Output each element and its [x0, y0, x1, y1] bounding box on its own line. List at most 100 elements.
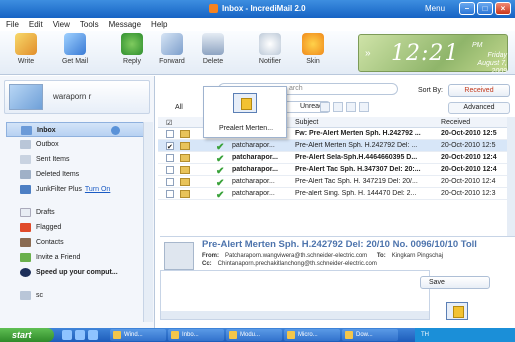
- notifier-button[interactable]: Notifier: [250, 33, 290, 65]
- menu-view[interactable]: View: [53, 20, 70, 29]
- checkbox-column-icon[interactable]: ☑: [166, 119, 172, 127]
- sender-picture: [164, 242, 194, 270]
- filter-icons: [320, 102, 369, 112]
- table-row[interactable]: ✔ patcharapor... Pre-alert Sing. Sph. H.…: [158, 188, 508, 201]
- preview-cc[interactable]: Chintanaporn.prechakitlanchong@th.schnei…: [218, 261, 377, 267]
- invite-friend-icon: [20, 253, 31, 262]
- clock-arrow-icon: »: [365, 48, 371, 59]
- quick-launch-icon[interactable]: [75, 330, 85, 340]
- table-row[interactable]: ✔ patcharapor... Pre-Alert Tac Sph. H. 3…: [158, 176, 508, 189]
- menu-button[interactable]: Menu: [425, 4, 445, 13]
- filter-flag-icon[interactable]: [333, 102, 343, 112]
- row-checkbox[interactable]: [166, 130, 174, 138]
- menu-help[interactable]: Help: [151, 20, 167, 29]
- table-row[interactable]: ✔ patcharapor... Pre-Alert Tac Sph. H.34…: [158, 164, 508, 177]
- get-mail-button[interactable]: Get Mail: [55, 33, 95, 65]
- folder-deleted-items[interactable]: Deleted Items: [0, 167, 155, 182]
- row-checkbox[interactable]: [166, 190, 174, 198]
- preview-to[interactable]: Kingkarn Pingschaj: [392, 253, 443, 259]
- minimize-icon[interactable]: –: [459, 2, 475, 15]
- task-button[interactable]: Modu...: [226, 329, 282, 341]
- task-button[interactable]: Inbo...: [168, 329, 224, 341]
- menu-message[interactable]: Message: [109, 20, 141, 29]
- incredimail-app-icon: [209, 4, 218, 13]
- clock-ampm: PM: [472, 42, 483, 49]
- folder-flagged[interactable]: Flagged: [0, 220, 155, 235]
- profile-box[interactable]: waraporn r: [4, 80, 150, 114]
- filter-folder-icon[interactable]: [359, 102, 369, 112]
- reply-arrow-icon: [121, 33, 143, 55]
- column-received[interactable]: Received: [441, 119, 470, 126]
- row-checkbox[interactable]: ✔: [166, 142, 174, 150]
- trash-icon: [202, 33, 224, 55]
- forward-icon: [161, 33, 183, 55]
- clock-date: Friday August 7, 2009: [463, 52, 507, 76]
- write-icon: [15, 33, 37, 55]
- task-button[interactable]: Dow...: [342, 329, 398, 341]
- write-button[interactable]: Write: [6, 33, 46, 65]
- folder-outbox[interactable]: Outbox: [0, 137, 155, 152]
- reply-compose-area[interactable]: [160, 270, 430, 320]
- row-checkbox[interactable]: [166, 154, 174, 162]
- save-letter-icon[interactable]: [446, 302, 468, 320]
- row-checkbox[interactable]: [166, 166, 174, 174]
- row-checkbox[interactable]: [166, 178, 174, 186]
- speed-up-link[interactable]: Speed up your comput...: [0, 265, 155, 280]
- quick-launch-icon[interactable]: [62, 330, 72, 340]
- message-list-scrollbar[interactable]: [507, 117, 515, 237]
- refresh-icon[interactable]: [111, 126, 120, 135]
- butterfly-skin-icon: [302, 33, 324, 55]
- message-preview-popup[interactable]: Prealert Merten...: [203, 86, 287, 138]
- get-mail-icon: [64, 33, 86, 55]
- sent-items-icon: [20, 155, 31, 164]
- folder-icon: [20, 291, 31, 300]
- maximize-icon[interactable]: □: [477, 2, 493, 15]
- task-button[interactable]: Micro...: [284, 329, 340, 341]
- table-row[interactable]: ✔ ✔ patcharapor... Pre-Alert Merten Sph.…: [158, 140, 508, 153]
- speed-up-icon: [20, 268, 31, 277]
- sort-received-dropdown[interactable]: Received: [448, 84, 510, 97]
- menu-edit[interactable]: Edit: [29, 20, 43, 29]
- table-row[interactable]: ✔ patcharapor... Pre-Alert Sela-Sph.H.44…: [158, 152, 508, 165]
- filter-attachment-icon[interactable]: [320, 102, 330, 112]
- menu-file[interactable]: File: [6, 20, 19, 29]
- filter-calendar-icon[interactable]: [346, 102, 356, 112]
- turn-on-link[interactable]: Turn On: [85, 186, 110, 193]
- start-button[interactable]: start: [0, 328, 54, 342]
- delete-button[interactable]: Delete: [193, 33, 233, 65]
- compose-scrollbar[interactable]: [161, 311, 429, 319]
- folder-inbox[interactable]: Inbox: [6, 122, 149, 137]
- column-subject[interactable]: Subject: [295, 119, 318, 126]
- toolbar: Write Get Mail Reply Forward Delete Noti…: [0, 31, 515, 75]
- letter-icon: [233, 93, 257, 113]
- forward-button[interactable]: Forward: [152, 33, 192, 65]
- quick-launch-icon[interactable]: [88, 330, 98, 340]
- folder-sent-items[interactable]: Sent Items: [0, 152, 155, 167]
- folder-invite-friend[interactable]: Invite a Friend: [0, 250, 155, 265]
- envelope-icon: [180, 190, 190, 198]
- notifier-icon: [259, 33, 281, 55]
- folder-drafts[interactable]: Drafts: [0, 205, 155, 220]
- task-button[interactable]: Wind...: [110, 329, 166, 341]
- menu-tools[interactable]: Tools: [80, 20, 99, 29]
- folder-sc[interactable]: sc: [0, 288, 155, 303]
- folder-contacts[interactable]: Contacts: [0, 235, 155, 250]
- close-icon[interactable]: ×: [495, 2, 511, 15]
- task-list: Wind... Inbo... Modu... Micro... Dow...: [110, 329, 398, 341]
- preview-subject: Pre-Alert Merten Sph. H.242792 Del: 20/1…: [202, 239, 477, 250]
- advanced-button[interactable]: Advanced: [448, 102, 510, 114]
- folder-junkfilter[interactable]: JunkFilter Plus Turn On: [0, 182, 155, 197]
- filter-all-tab[interactable]: All: [175, 104, 183, 111]
- clock-day: Friday: [487, 52, 507, 59]
- sort-by-label: Sort By:: [418, 87, 443, 94]
- preview-cc-line: Cc: Chintanaporn.prechakitlanchong@th.sch…: [202, 261, 377, 267]
- system-tray: TH: [415, 328, 515, 342]
- trash-icon: [20, 170, 31, 179]
- skin-button[interactable]: Skin: [293, 33, 333, 65]
- reply-button[interactable]: Reply: [112, 33, 152, 65]
- preview-from[interactable]: Patcharaporn.wangviwera@th.schneider-ele…: [225, 253, 367, 259]
- clock-widget: » 12:21 PM Friday August 7, 2009: [358, 34, 508, 75]
- save-button[interactable]: Save: [420, 276, 490, 289]
- checkmark-icon: ✔: [216, 190, 225, 201]
- folder-scrollbar[interactable]: [143, 122, 153, 322]
